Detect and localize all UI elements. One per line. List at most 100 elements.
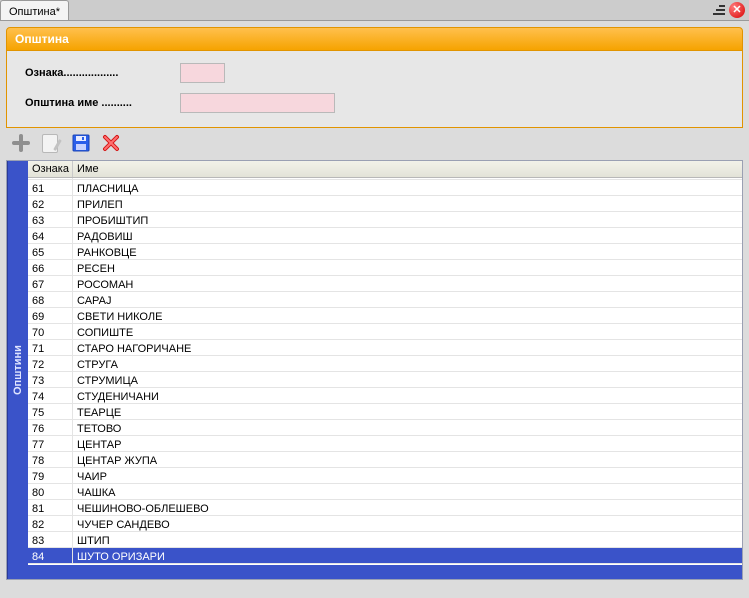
cell-code: 72 bbox=[28, 356, 73, 371]
table-row[interactable]: 72СТРУГА bbox=[28, 356, 742, 372]
panel-title: Општина bbox=[15, 32, 69, 46]
cell-code: 82 bbox=[28, 516, 73, 531]
cell-name: ПЕХЧЕВО bbox=[73, 178, 742, 179]
grid: Ознака Име 60ПЕХЧЕВО61ПЛАСНИЦА62ПРИЛЕП63… bbox=[28, 161, 742, 579]
cell-code: 71 bbox=[28, 340, 73, 355]
table-row[interactable]: 65РАНКОВЦЕ bbox=[28, 244, 742, 260]
cell-name: ПРИЛЕП bbox=[73, 196, 742, 211]
cell-name: САРАЈ bbox=[73, 292, 742, 307]
table-row[interactable]: 83ШТИП bbox=[28, 532, 742, 548]
add-button[interactable] bbox=[10, 132, 32, 154]
cell-name: ЧАИР bbox=[73, 468, 742, 483]
cell-code: 77 bbox=[28, 436, 73, 451]
table-row[interactable]: 81ЧЕШИНОВО-ОБЛЕШЕВО bbox=[28, 500, 742, 516]
app-window: { "tab": { "title": "Општина*" }, "heade… bbox=[0, 0, 749, 598]
cell-code: 78 bbox=[28, 452, 73, 467]
cell-name: СТРУМИЦА bbox=[73, 372, 742, 387]
cell-name: РАДОВИШ bbox=[73, 228, 742, 243]
cell-code: 75 bbox=[28, 404, 73, 419]
cell-name: РАНКОВЦЕ bbox=[73, 244, 742, 259]
table-row[interactable]: 64РАДОВИШ bbox=[28, 228, 742, 244]
cell-name: ЧЕШИНОВО-ОБЛЕШЕВО bbox=[73, 500, 742, 515]
cell-name: ПРОБИШТИП bbox=[73, 212, 742, 227]
tab-municipality[interactable]: Општина* bbox=[0, 0, 69, 20]
table-row[interactable]: 67РОСОМАН bbox=[28, 276, 742, 292]
tab-controls: ✕ bbox=[713, 0, 749, 20]
table-row[interactable]: 68САРАЈ bbox=[28, 292, 742, 308]
table-row[interactable]: 62ПРИЛЕП bbox=[28, 196, 742, 212]
save-icon bbox=[72, 134, 90, 152]
edit-button[interactable] bbox=[40, 132, 62, 154]
cell-code: 68 bbox=[28, 292, 73, 307]
cell-code: 65 bbox=[28, 244, 73, 259]
row-code: Ознака.................. bbox=[25, 63, 724, 83]
table-row[interactable]: 63ПРОБИШТИП bbox=[28, 212, 742, 228]
edit-icon bbox=[42, 134, 60, 152]
table-row[interactable]: 71СТАРО НАГОРИЧАНЕ bbox=[28, 340, 742, 356]
table-row[interactable]: 80ЧАШКА bbox=[28, 484, 742, 500]
label-code: Ознака.................. bbox=[25, 67, 180, 79]
cell-code: 79 bbox=[28, 468, 73, 483]
cell-name: СТРУГА bbox=[73, 356, 742, 371]
grid-side-tab[interactable]: Општини bbox=[7, 161, 28, 579]
cell-name: РОСОМАН bbox=[73, 276, 742, 291]
cell-code: 66 bbox=[28, 260, 73, 275]
cell-code: 62 bbox=[28, 196, 73, 211]
save-button[interactable] bbox=[70, 132, 92, 154]
cell-code: 81 bbox=[28, 500, 73, 515]
col-head-code[interactable]: Ознака bbox=[28, 161, 73, 177]
cell-name: ЦЕНТАР bbox=[73, 436, 742, 451]
delete-icon bbox=[102, 134, 120, 152]
table-row[interactable]: 61ПЛАСНИЦА bbox=[28, 180, 742, 196]
label-name: Општина име .......... bbox=[25, 97, 180, 109]
table-row[interactable]: 79ЧАИР bbox=[28, 468, 742, 484]
cell-code: 76 bbox=[28, 420, 73, 435]
toolbar bbox=[0, 128, 749, 158]
cell-code: 83 bbox=[28, 532, 73, 547]
cell-name: ЦЕНТАР ЖУПА bbox=[73, 452, 742, 467]
delete-button[interactable] bbox=[100, 132, 122, 154]
cell-name: ШТИП bbox=[73, 532, 742, 547]
cell-name: СТАРО НАГОРИЧАНЕ bbox=[73, 340, 742, 355]
plus-icon bbox=[12, 134, 30, 152]
table-row[interactable]: 82ЧУЧЕР САНДЕВО bbox=[28, 516, 742, 532]
grid-panel: Општини Ознака Име 60ПЕХЧЕВО61ПЛАСНИЦА62… bbox=[6, 160, 743, 580]
table-row[interactable]: 69СВЕТИ НИКОЛЕ bbox=[28, 308, 742, 324]
cell-name: ТЕТОВО bbox=[73, 420, 742, 435]
col-head-name[interactable]: Име bbox=[73, 161, 742, 177]
name-field[interactable] bbox=[180, 93, 335, 113]
tab-bar: Општина* ✕ bbox=[0, 0, 749, 21]
table-row[interactable]: 77ЦЕНТАР bbox=[28, 436, 742, 452]
cell-code: 73 bbox=[28, 372, 73, 387]
cell-code: 84 bbox=[28, 548, 73, 563]
cell-code: 67 bbox=[28, 276, 73, 291]
cell-code: 61 bbox=[28, 180, 73, 195]
table-row[interactable]: 75ТЕАРЦЕ bbox=[28, 404, 742, 420]
cell-name: РЕСЕН bbox=[73, 260, 742, 275]
close-icon[interactable]: ✕ bbox=[729, 2, 745, 18]
grid-header: Ознака Име bbox=[28, 161, 742, 178]
grid-body[interactable]: 60ПЕХЧЕВО61ПЛАСНИЦА62ПРИЛЕП63ПРОБИШТИП64… bbox=[28, 178, 742, 565]
cell-name: СОПИШТЕ bbox=[73, 324, 742, 339]
menu-icon[interactable] bbox=[713, 5, 725, 15]
table-row[interactable]: 84ШУТО ОРИЗАРИ bbox=[28, 548, 742, 564]
cell-code: 60 bbox=[28, 178, 73, 179]
code-field[interactable] bbox=[180, 63, 225, 83]
tab-title: Општина* bbox=[9, 6, 60, 18]
cell-code: 64 bbox=[28, 228, 73, 243]
cell-code: 63 bbox=[28, 212, 73, 227]
table-row[interactable]: 73СТРУМИЦА bbox=[28, 372, 742, 388]
panel-header: Општина bbox=[6, 27, 743, 51]
table-row[interactable]: 66РЕСЕН bbox=[28, 260, 742, 276]
table-row[interactable]: 70СОПИШТЕ bbox=[28, 324, 742, 340]
table-row[interactable]: 78ЦЕНТАР ЖУПА bbox=[28, 452, 742, 468]
cell-name: ШУТО ОРИЗАРИ bbox=[73, 548, 742, 563]
cell-name: СТУДЕНИЧАНИ bbox=[73, 388, 742, 403]
form-panel: Ознака.................. Општина име ...… bbox=[6, 51, 743, 128]
cell-name: ЧУЧЕР САНДЕВО bbox=[73, 516, 742, 531]
cell-name: ТЕАРЦЕ bbox=[73, 404, 742, 419]
table-row[interactable]: 76ТЕТОВО bbox=[28, 420, 742, 436]
cell-name: ЧАШКА bbox=[73, 484, 742, 499]
cell-code: 74 bbox=[28, 388, 73, 403]
table-row[interactable]: 74СТУДЕНИЧАНИ bbox=[28, 388, 742, 404]
